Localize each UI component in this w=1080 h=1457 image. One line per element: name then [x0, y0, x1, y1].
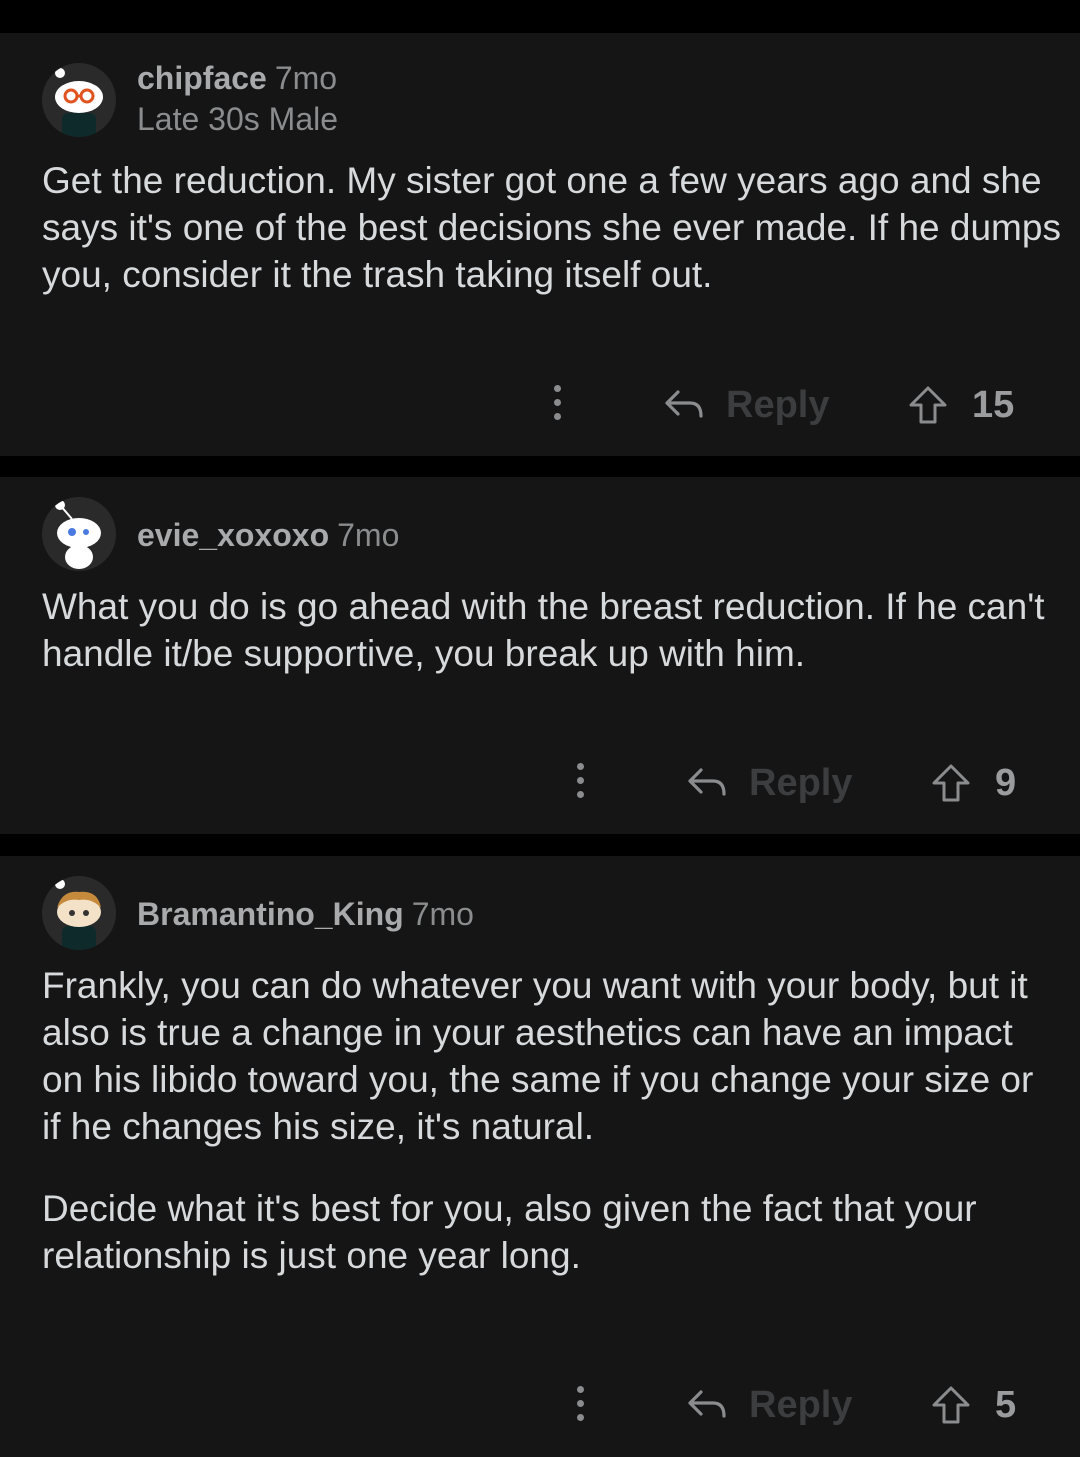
snoo-avatar-glasses-icon — [55, 68, 103, 137]
upvote-arrow-icon[interactable] — [908, 385, 948, 425]
user-avatar[interactable] — [42, 876, 116, 950]
reply-arrow-icon — [688, 1390, 726, 1418]
reply-button[interactable]: Reply — [687, 758, 852, 808]
comment-card: chipface 7mo Late 30s Male Get the reduct… — [0, 33, 1080, 456]
snoo-avatar-hair-icon — [55, 879, 101, 950]
username[interactable]: evie_xoxoxo — [137, 517, 329, 553]
comment-card: evie_xoxoxo 7mo What you do is go ahead w… — [0, 477, 1080, 834]
username[interactable]: Bramantino_King — [137, 896, 404, 932]
upvote-control: 5 — [931, 1380, 1016, 1430]
reply-label: Reply — [749, 761, 853, 804]
vote-count: 9 — [995, 761, 1017, 804]
comment-paragraph: What you do is go ahead with the breast … — [42, 586, 1045, 674]
username[interactable]: chipface — [137, 60, 267, 96]
vote-count: 15 — [972, 383, 1015, 426]
comment-paragraph: Get the reduction. My sister got one a f… — [42, 160, 1061, 295]
vote-count: 5 — [995, 1383, 1017, 1426]
comment-meta: evie_xoxoxo 7mo — [137, 515, 399, 555]
snoo-avatar-default-icon — [55, 500, 101, 569]
reply-button[interactable]: Reply — [687, 1380, 852, 1430]
comment-body: Frankly, you can do whatever you want wi… — [42, 962, 1062, 1279]
more-options-icon[interactable] — [571, 1386, 591, 1426]
user-avatar[interactable] — [42, 63, 116, 137]
comment-paragraph: Decide what it's best for you, also give… — [42, 1188, 977, 1276]
comment-age: 7mo — [337, 517, 400, 553]
comment-card: Bramantino_King 7mo Frankly, you can do w… — [0, 856, 1080, 1457]
upvote-arrow-icon[interactable] — [931, 1385, 971, 1425]
comment-age: 7mo — [274, 60, 338, 96]
comment-paragraph: Frankly, you can do whatever you want wi… — [42, 965, 1034, 1147]
reply-button[interactable]: Reply — [664, 380, 829, 430]
reply-label: Reply — [726, 383, 830, 426]
upvote-arrow-icon[interactable] — [931, 763, 971, 803]
reply-label: Reply — [749, 1383, 853, 1426]
upvote-control: 15 — [908, 380, 1014, 430]
reply-arrow-icon — [688, 768, 726, 796]
user-avatar[interactable] — [42, 497, 116, 571]
comment-meta: chipface 7mo — [137, 58, 337, 98]
comments-screen: { "comments": [ { "username": "chipface"… — [0, 0, 1080, 1457]
more-options-icon[interactable] — [548, 385, 568, 425]
upvote-control: 9 — [931, 758, 1016, 808]
comment-body: Get the reduction. My sister got one a f… — [42, 157, 1062, 298]
comment-body: What you do is go ahead with the breast … — [42, 583, 1062, 677]
comment-meta: Bramantino_King 7mo — [137, 894, 474, 934]
more-options-icon[interactable] — [571, 763, 591, 803]
user-flair: Late 30s Male — [137, 101, 339, 137]
reply-arrow-icon — [665, 390, 703, 418]
comment-age: 7mo — [411, 896, 474, 932]
